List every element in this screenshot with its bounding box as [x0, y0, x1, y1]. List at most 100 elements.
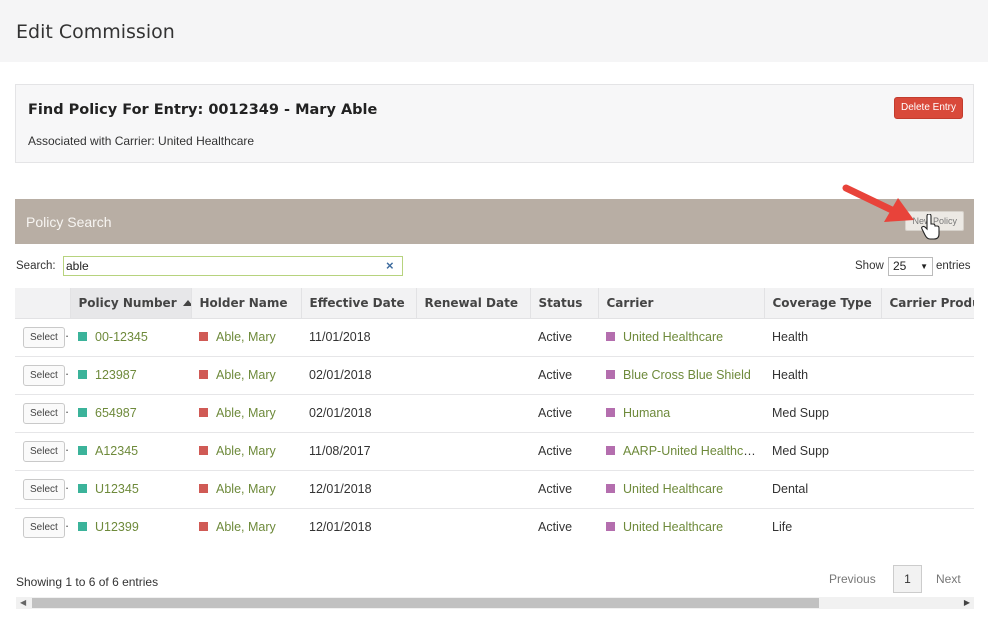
policy-number-link[interactable]: 00-12345	[95, 330, 148, 344]
table-row: Select A12345 Able, Mary 11/08/2017 Acti…	[15, 432, 974, 471]
holder-name-link[interactable]: Able, Mary	[216, 330, 276, 344]
column-header-label: Policy Number	[78, 295, 177, 310]
policy-color-square	[78, 370, 87, 379]
horizontal-scrollbar[interactable]: ◀ ▶	[16, 597, 974, 609]
holder-cell: Able, Mary	[191, 318, 301, 357]
carrier-link[interactable]: Humana	[623, 406, 670, 420]
holder-name-link[interactable]: Able, Mary	[216, 406, 276, 420]
carrier-product-cell	[881, 318, 974, 357]
effective-date-cell: 12/01/2018	[301, 470, 416, 509]
entry-panel: Find Policy For Entry: 0012349 - Mary Ab…	[15, 84, 974, 163]
page-size-select[interactable]: 25 ▼	[888, 257, 933, 276]
coverage-type-cell: Life	[764, 508, 881, 546]
holder-color-square	[199, 522, 208, 531]
policy-number-link[interactable]: U12399	[95, 520, 139, 534]
table-info: Showing 1 to 6 of 6 entries	[16, 575, 159, 589]
search-input[interactable]	[63, 256, 403, 276]
coverage-type-cell: Med Supp	[764, 394, 881, 433]
select-button[interactable]: Select	[23, 478, 65, 500]
select-button[interactable]: Select	[23, 326, 65, 348]
effective-date-cell: 11/08/2017	[301, 432, 416, 471]
hand-pointer-icon	[921, 214, 940, 240]
coverage-type-cell: Med Supp	[764, 432, 881, 471]
top-bar: Edit Commission	[0, 0, 988, 62]
scrollbar-thumb[interactable]	[32, 598, 819, 608]
policy-number-cell: U12399	[70, 508, 191, 546]
policy-search-title: Policy Search	[26, 214, 112, 230]
policy-number-link[interactable]: 654987	[95, 406, 137, 420]
policy-table: Policy Number Holder Name Effective Date…	[15, 288, 974, 546]
search-label: Search:	[16, 260, 56, 272]
select-cell: Select	[15, 470, 70, 509]
policy-number-link[interactable]: U12345	[95, 482, 139, 496]
table-row: Select U12399 Able, Mary 12/01/2018 Acti…	[15, 508, 974, 546]
holder-name-link[interactable]: Able, Mary	[216, 444, 276, 458]
page-1-button[interactable]: 1	[893, 565, 922, 593]
page-title: Edit Commission	[16, 21, 175, 43]
clear-search-icon[interactable]: ×	[386, 258, 394, 273]
show-label: Show	[855, 260, 884, 272]
holder-cell: Able, Mary	[191, 356, 301, 395]
table-row: Select U12345 Able, Mary 12/01/2018 Acti…	[15, 470, 974, 509]
holder-name-link[interactable]: Able, Mary	[216, 482, 276, 496]
carrier-cell: AARP-United Healthcare	[598, 432, 764, 471]
column-header-policy-number[interactable]: Policy Number	[70, 288, 192, 319]
scroll-right-icon[interactable]: ▶	[964, 598, 970, 607]
policy-number-cell: A12345	[70, 432, 191, 471]
carrier-product-cell	[881, 394, 974, 433]
column-header-coverage-type[interactable]: Coverage Type	[764, 288, 882, 319]
carrier-cell: United Healthcare	[598, 508, 764, 546]
holder-cell: Able, Mary	[191, 470, 301, 509]
scroll-left-icon[interactable]: ◀	[20, 598, 26, 607]
select-cell: Select	[15, 508, 70, 546]
policy-color-square	[78, 446, 87, 455]
carrier-cell: United Healthcare	[598, 318, 764, 357]
status-cell: Active	[530, 508, 598, 546]
policy-number-link[interactable]: 123987	[95, 368, 137, 382]
policy-table-container: Policy Number Holder Name Effective Date…	[15, 288, 974, 546]
holder-color-square	[199, 408, 208, 417]
effective-date-cell: 12/01/2018	[301, 508, 416, 546]
column-header-carrier[interactable]: Carrier	[598, 288, 765, 319]
delete-entry-button[interactable]: Delete Entry	[893, 97, 963, 119]
holder-color-square	[199, 446, 208, 455]
column-header-status[interactable]: Status	[530, 288, 599, 319]
holder-name-link[interactable]: Able, Mary	[216, 368, 276, 382]
policy-number-cell: 123987	[70, 356, 191, 395]
entry-title: Find Policy For Entry: 0012349 - Mary Ab…	[28, 102, 378, 118]
holder-cell: Able, Mary	[191, 394, 301, 433]
coverage-type-cell: Dental	[764, 470, 881, 509]
table-row: Select 00-12345 Able, Mary 11/01/2018 Ac…	[15, 318, 974, 357]
effective-date-cell: 02/01/2018	[301, 356, 416, 395]
renewal-date-cell	[416, 470, 530, 509]
column-header-select	[15, 288, 71, 319]
carrier-link[interactable]: United Healthcare	[623, 482, 723, 496]
previous-page-button[interactable]: Previous	[829, 572, 876, 586]
select-cell: Select	[15, 356, 70, 395]
column-header-carrier-product[interactable]: Carrier Product	[881, 288, 974, 319]
next-page-button[interactable]: Next	[936, 572, 961, 586]
carrier-link[interactable]: AARP-United Healthcare	[623, 444, 761, 458]
carrier-product-cell	[881, 356, 974, 395]
column-header-effective-date[interactable]: Effective Date	[301, 288, 417, 319]
carrier-link[interactable]: Blue Cross Blue Shield	[623, 368, 751, 382]
select-button[interactable]: Select	[23, 516, 65, 538]
carrier-link[interactable]: United Healthcare	[623, 520, 723, 534]
select-button[interactable]: Select	[23, 364, 65, 386]
renewal-date-cell	[416, 318, 530, 357]
carrier-cell: Blue Cross Blue Shield	[598, 356, 764, 395]
column-header-holder-name[interactable]: Holder Name	[191, 288, 302, 319]
status-cell: Active	[530, 470, 598, 509]
holder-name-link[interactable]: Able, Mary	[216, 520, 276, 534]
select-button[interactable]: Select	[23, 440, 65, 462]
carrier-cell: Humana	[598, 394, 764, 433]
column-header-renewal-date[interactable]: Renewal Date	[416, 288, 531, 319]
policy-number-link[interactable]: A12345	[95, 444, 138, 458]
status-cell: Active	[530, 432, 598, 471]
carrier-link[interactable]: United Healthcare	[623, 330, 723, 344]
policy-color-square	[78, 332, 87, 341]
select-button[interactable]: Select	[23, 402, 65, 424]
coverage-type-cell: Health	[764, 356, 881, 395]
renewal-date-cell	[416, 432, 530, 471]
entries-label: entries	[936, 260, 971, 272]
